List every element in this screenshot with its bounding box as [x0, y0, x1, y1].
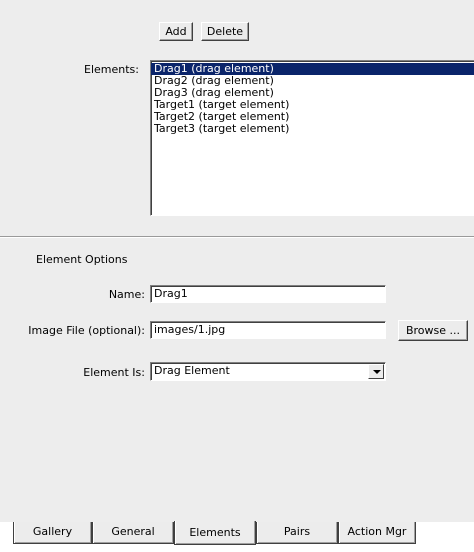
element-is-label: Element Is: [83, 366, 145, 379]
tab-gallery[interactable]: Gallery [13, 522, 92, 544]
image-file-label: Image File (optional): [28, 324, 145, 337]
tab-general[interactable]: General [92, 522, 174, 544]
name-field[interactable]: Drag1 [150, 285, 386, 303]
image-file-field[interactable]: images/1.jpg [150, 321, 386, 339]
tab-bar: Gallery General Elements Pairs Action Mg… [0, 521, 474, 552]
browse-button[interactable]: Browse ... [398, 320, 468, 341]
chevron-down-icon[interactable] [368, 364, 384, 379]
tab-elements[interactable]: Elements [174, 521, 256, 545]
delete-button[interactable]: Delete [201, 22, 249, 41]
tab-pairs[interactable]: Pairs [256, 522, 338, 544]
name-label: Name: [108, 288, 145, 301]
element-is-select[interactable]: Drag Element [150, 362, 386, 381]
list-item[interactable]: Target3 (target element) [151, 123, 474, 135]
properties-panel: Add Delete Elements: Drag1 (drag element… [0, 0, 474, 522]
tab-action-mgr[interactable]: Action Mgr [338, 522, 416, 544]
add-button[interactable]: Add [159, 22, 193, 41]
section-divider [0, 236, 474, 238]
elements-listbox[interactable]: Drag1 (drag element) Drag2 (drag element… [150, 60, 474, 216]
elements-label: Elements: [84, 63, 139, 76]
element-options-title: Element Options [36, 253, 128, 266]
